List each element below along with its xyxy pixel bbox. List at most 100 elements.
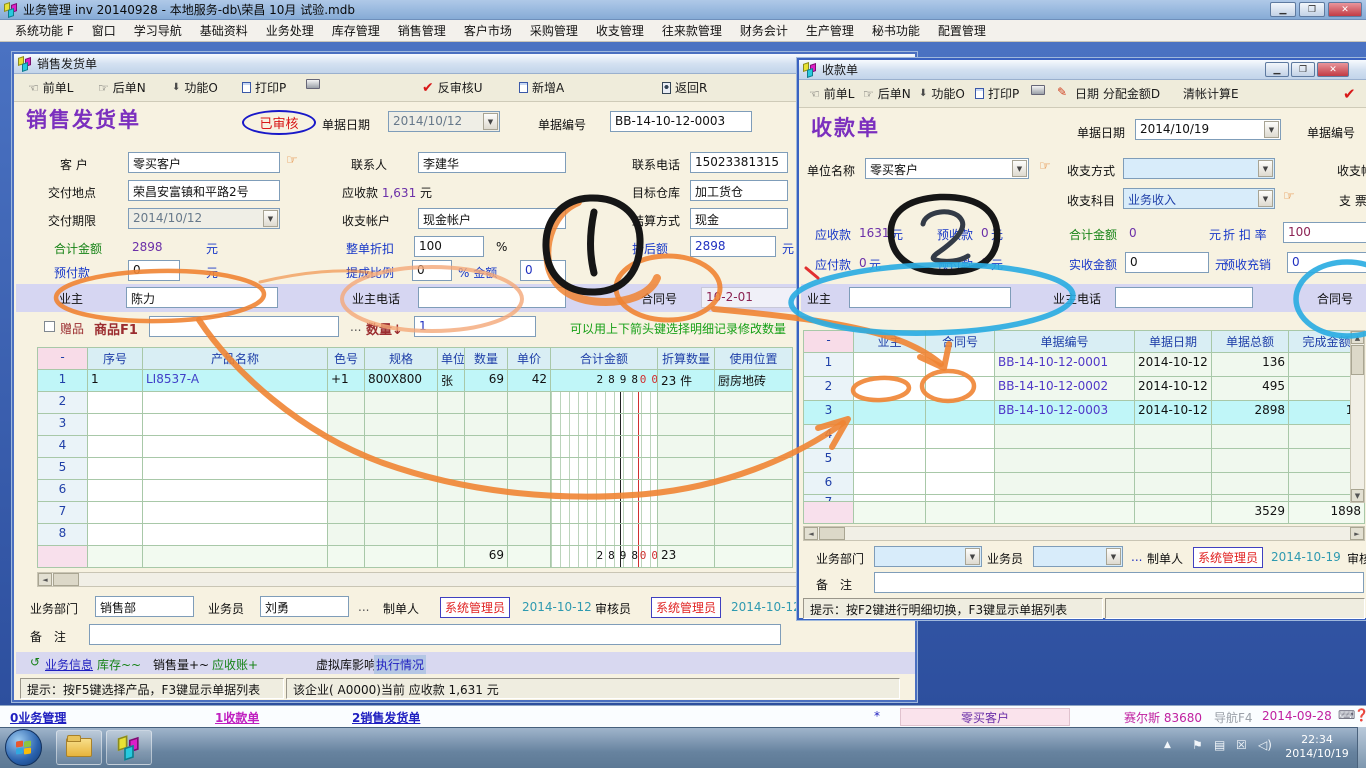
actual-input[interactable]: 0	[1125, 252, 1209, 273]
cell[interactable]	[328, 414, 365, 436]
cell-doc-no[interactable]: BB-14-10-12-0002	[995, 377, 1135, 401]
sales-qty-link[interactable]: 销售量+~	[153, 656, 209, 673]
discount-input[interactable]: 100	[414, 236, 484, 257]
dropdown-icon[interactable]: ▼	[1106, 548, 1121, 565]
cell[interactable]	[715, 458, 793, 480]
r-note-input[interactable]	[874, 572, 1364, 593]
cell-price[interactable]: 42	[508, 370, 551, 392]
dropdown-icon[interactable]: ▼	[1012, 160, 1027, 177]
cell[interactable]	[465, 458, 508, 480]
row-num[interactable]: 4	[804, 425, 854, 449]
finger-icon[interactable]: ☞	[1039, 159, 1051, 174]
tray-expand-icon[interactable]: ▲	[1164, 740, 1171, 750]
cell[interactable]	[1212, 449, 1289, 473]
cell[interactable]	[143, 458, 328, 480]
printer-button[interactable]	[306, 79, 320, 89]
show-desktop-button[interactable]	[1357, 727, 1366, 768]
cell-product[interactable]: LI8537-A	[143, 370, 328, 392]
cell-pos[interactable]: 厨房地砖	[715, 370, 793, 392]
cell[interactable]	[365, 524, 438, 546]
account-input[interactable]: 现金帐户	[418, 208, 566, 229]
taskbar-app-button[interactable]	[106, 730, 152, 765]
cell[interactable]	[658, 502, 715, 524]
exec-status-link[interactable]: 执行情况	[374, 655, 426, 674]
cell[interactable]	[328, 480, 365, 502]
cell[interactable]	[551, 524, 658, 546]
cell[interactable]	[995, 495, 1135, 502]
receipt-restore-button[interactable]: ❐	[1291, 62, 1315, 77]
cell[interactable]	[438, 414, 465, 436]
cell[interactable]	[365, 458, 438, 480]
prepay-input[interactable]: 0	[128, 260, 180, 281]
row-num[interactable]: 2	[804, 377, 854, 401]
cell[interactable]	[143, 392, 328, 414]
dropdown-icon[interactable]: ▼	[1264, 121, 1279, 138]
address-input[interactable]: 荣昌安富镇和平路2号	[128, 180, 280, 201]
qty-input[interactable]: 1	[414, 316, 536, 337]
cell[interactable]	[88, 436, 143, 458]
cell-color[interactable]: +1	[328, 370, 365, 392]
cell[interactable]	[551, 414, 658, 436]
stock-link[interactable]: 库存~~	[97, 656, 141, 673]
r-prev-doc-button[interactable]: ☜前单L	[809, 85, 854, 102]
cell-seq[interactable]: 1	[88, 370, 143, 392]
cell[interactable]	[715, 436, 793, 458]
receipt-hscrollbar[interactable]: ◄ ►	[803, 526, 1365, 541]
add-new-button[interactable]: 新增A	[519, 79, 564, 96]
clipboard-icon[interactable]: ▤	[1214, 738, 1225, 752]
cell[interactable]	[438, 392, 465, 414]
menu-item-config[interactable]: 配置管理	[929, 20, 995, 41]
cell[interactable]	[465, 392, 508, 414]
contract-value[interactable]: 10-2-01	[701, 287, 801, 308]
cell[interactable]	[365, 502, 438, 524]
dropdown-icon[interactable]: ▼	[483, 113, 498, 130]
unapprove-button[interactable]: ✔反审核U	[422, 79, 483, 96]
cell-amount[interactable]: 136	[1212, 353, 1289, 377]
r-printer-button[interactable]	[1031, 85, 1045, 95]
close-button[interactable]: ✕	[1328, 2, 1362, 17]
cell[interactable]	[328, 502, 365, 524]
scroll-right-icon[interactable]: ►	[1350, 527, 1364, 540]
r-more-button[interactable]: ...	[1131, 550, 1142, 564]
cell[interactable]	[88, 524, 143, 546]
auditor-badge[interactable]: 系统管理员	[651, 597, 721, 618]
cell[interactable]	[1135, 425, 1212, 449]
sales-hscrollbar[interactable]: ◄	[37, 572, 892, 587]
date-alloc-button[interactable]: 日期 分配金额D	[1075, 85, 1160, 102]
maker-badge[interactable]: 系统管理员	[440, 597, 510, 618]
cell-owner[interactable]	[854, 377, 926, 401]
cell[interactable]	[995, 425, 1135, 449]
menu-item-purchase[interactable]: 采购管理	[521, 20, 587, 41]
cell-unit[interactable]: 张	[438, 370, 465, 392]
cell[interactable]	[508, 524, 551, 546]
cell[interactable]	[143, 480, 328, 502]
menu-item-secretary[interactable]: 秘书功能	[863, 20, 929, 41]
cell-amount[interactable]: 2898	[1212, 401, 1289, 425]
cell[interactable]	[365, 392, 438, 414]
offset-input[interactable]: 0	[1287, 252, 1366, 273]
action-center-icon[interactable]: ⚑	[1192, 738, 1203, 752]
cell[interactable]	[1212, 425, 1289, 449]
scroll-down-icon[interactable]: ▼	[1351, 489, 1364, 502]
cell-doc-no[interactable]: BB-14-10-12-0001	[995, 353, 1135, 377]
r-maker-badge[interactable]: 系统管理员	[1193, 547, 1263, 568]
row-num[interactable]: 5	[804, 449, 854, 473]
cell-owner[interactable]	[854, 401, 926, 425]
salesman-more-button[interactable]: ...	[358, 600, 369, 614]
cell[interactable]	[465, 436, 508, 458]
cell[interactable]	[551, 480, 658, 502]
clear-calc-button[interactable]: 清帐计算E	[1183, 85, 1239, 102]
cell[interactable]	[995, 449, 1135, 473]
cell[interactable]	[715, 414, 793, 436]
owner-phone-input[interactable]	[418, 287, 566, 308]
cell[interactable]	[465, 502, 508, 524]
rate-input[interactable]: 100	[1283, 222, 1366, 243]
receipt-vscrollbar[interactable]: ▲ ▼	[1350, 330, 1365, 503]
cell[interactable]	[551, 392, 658, 414]
cell[interactable]	[658, 480, 715, 502]
scroll-thumb[interactable]	[819, 527, 845, 540]
warehouse-input[interactable]: 加工货仓	[690, 180, 788, 201]
subject-combo[interactable]: 业务收入▼	[1123, 188, 1275, 209]
cell[interactable]	[143, 524, 328, 546]
nav-receipt-link[interactable]: 1收款单	[215, 709, 259, 726]
